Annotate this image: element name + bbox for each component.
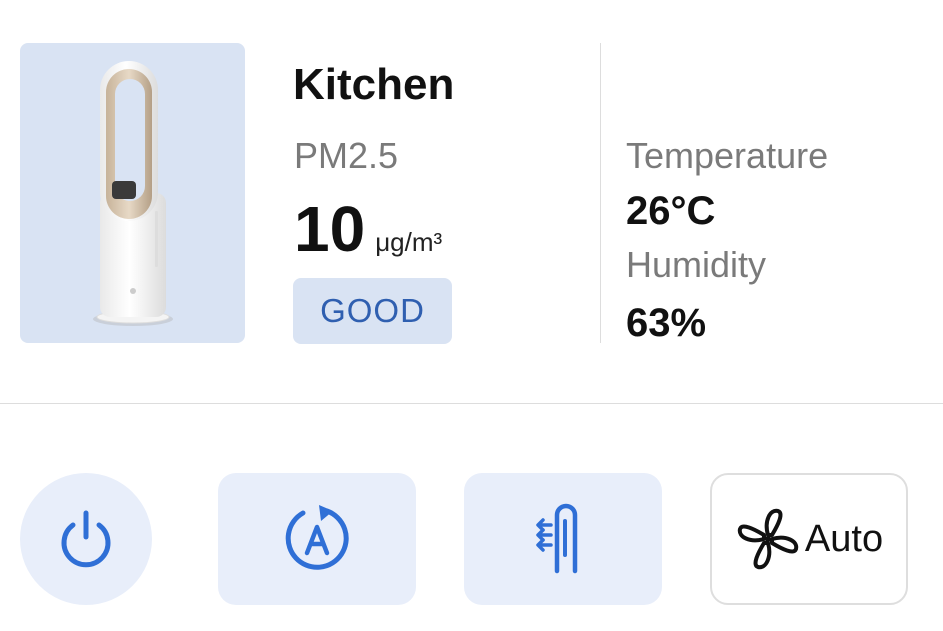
device-image xyxy=(20,43,245,343)
pm25-unit: μg/m³ xyxy=(375,227,443,257)
fan-speed-button[interactable]: Auto xyxy=(710,473,908,605)
air-quality-status-badge: GOOD xyxy=(293,278,452,344)
section-divider xyxy=(0,403,943,404)
temperature-label: Temperature xyxy=(626,135,829,176)
humidity-label: Humidity xyxy=(626,244,767,285)
fan-speed-label: Auto xyxy=(804,517,884,560)
auto-mode-button[interactable] xyxy=(218,473,416,605)
pm25-label: PM2.5 xyxy=(294,135,399,176)
auto-mode-icon xyxy=(285,505,349,570)
heat-mode-button[interactable] xyxy=(464,473,662,605)
power-icon xyxy=(61,510,111,568)
temperature-value: 26°C xyxy=(626,189,716,233)
power-button[interactable] xyxy=(20,473,152,605)
pm25-value: 10 xyxy=(294,193,366,265)
humidity-value: 63% xyxy=(626,301,707,345)
pm25-reading: 10 μg/m³ xyxy=(294,194,442,264)
room-name: Kitchen xyxy=(293,60,455,109)
fan-icon xyxy=(737,508,799,570)
air-purifier-image xyxy=(93,61,173,326)
vertical-divider xyxy=(600,43,601,343)
heat-mode-icon xyxy=(536,503,578,574)
